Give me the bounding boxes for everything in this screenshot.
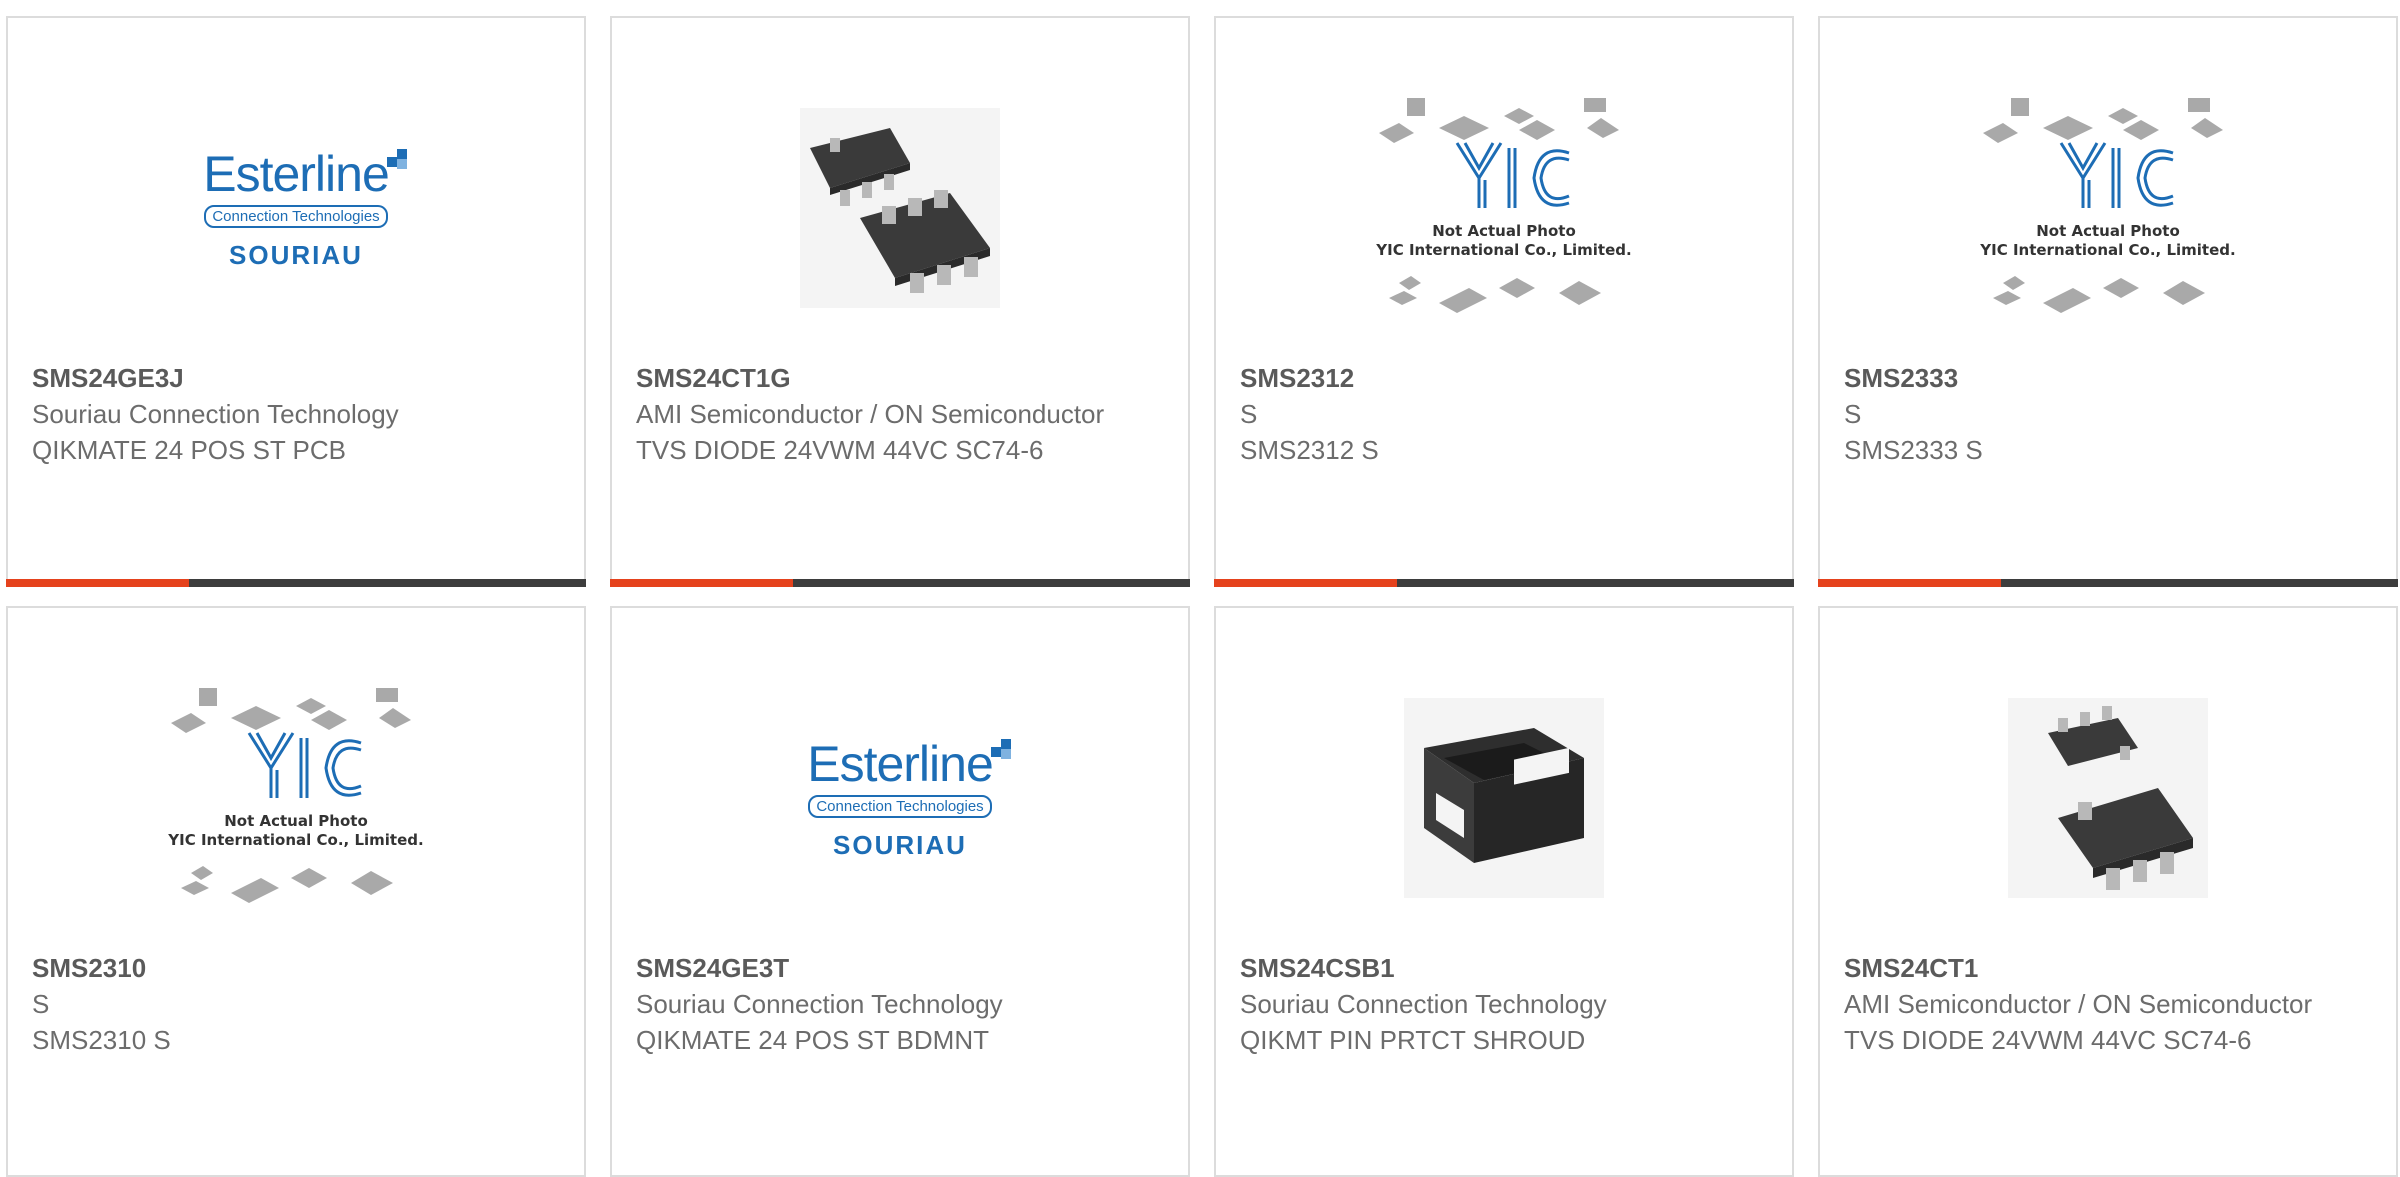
manufacturer: S bbox=[1240, 399, 1258, 429]
product-image[interactable] bbox=[1820, 658, 2396, 938]
product-image[interactable]: Esterline Connection Technologies SOURIA… bbox=[612, 658, 1188, 938]
manufacturer: S bbox=[32, 989, 50, 1019]
svg-text:YIC International Co., Limited: YIC International Co., Limited. bbox=[167, 831, 423, 849]
shroud-photo bbox=[1404, 698, 1604, 898]
description: QIKMATE 24 POS ST PCB bbox=[32, 435, 347, 465]
svg-text:YIC International Co., Limited: YIC International Co., Limited. bbox=[1979, 241, 2235, 259]
part-number-link[interactable]: SMS24GE3J bbox=[32, 360, 560, 396]
card-bottom-bar bbox=[6, 579, 586, 587]
product-card[interactable]: SMS24CT1G AMI Semiconductor / ON Semicon… bbox=[610, 16, 1190, 587]
product-image[interactable] bbox=[612, 68, 1188, 348]
part-number-link[interactable]: SMS24CSB1 bbox=[1240, 950, 1768, 986]
product-card[interactable]: Esterline Connection Technologies SOURIA… bbox=[6, 16, 586, 587]
svg-text:Not Actual Photo: Not Actual Photo bbox=[224, 812, 368, 830]
part-number-link[interactable]: SMS24GE3T bbox=[636, 950, 1164, 986]
product-card[interactable]: SMS24CSB1 Souriau Connection Technology … bbox=[1214, 606, 1794, 1177]
product-image[interactable]: Not Actual Photo YIC International Co., … bbox=[1820, 68, 2396, 348]
description: QIKMATE 24 POS ST BDMNT bbox=[636, 1025, 989, 1055]
sc74-chip-photo bbox=[2008, 698, 2208, 898]
svg-text:YIC International Co., Limited: YIC International Co., Limited. bbox=[1375, 241, 1631, 259]
description: TVS DIODE 24VWM 44VC SC74-6 bbox=[1844, 1025, 2252, 1055]
manufacturer: AMI Semiconductor / ON Semiconductor bbox=[1844, 989, 2313, 1019]
esterline-souriau-logo: Esterline Connection Technologies SOURIA… bbox=[790, 735, 1011, 861]
product-grid: Esterline Connection Technologies SOURIA… bbox=[0, 0, 2400, 1177]
svg-text:Not Actual Photo: Not Actual Photo bbox=[2036, 222, 2180, 240]
description: QIKMT PIN PRTCT SHROUD bbox=[1240, 1025, 1586, 1055]
manufacturer: Souriau Connection Technology bbox=[636, 989, 1003, 1019]
card-bottom-bar bbox=[1818, 579, 2398, 587]
manufacturer: Souriau Connection Technology bbox=[32, 399, 399, 429]
card-bottom-bar bbox=[610, 579, 1190, 587]
part-number-link[interactable]: SMS2310 bbox=[32, 950, 560, 986]
product-card[interactable]: Not Actual Photo YIC International Co., … bbox=[1818, 16, 2398, 587]
card-bottom-bar bbox=[1214, 579, 1794, 587]
product-image[interactable]: Esterline Connection Technologies SOURIA… bbox=[8, 68, 584, 348]
description: SMS2310 S bbox=[32, 1025, 171, 1055]
esterline-souriau-logo: Esterline Connection Technologies SOURIA… bbox=[186, 145, 407, 271]
description: SMS2312 S bbox=[1240, 435, 1379, 465]
product-image[interactable]: Not Actual Photo YIC International Co., … bbox=[1216, 68, 1792, 348]
description: SMS2333 S bbox=[1844, 435, 1983, 465]
manufacturer: AMI Semiconductor / ON Semiconductor bbox=[636, 399, 1105, 429]
part-number-link[interactable]: SMS24CT1 bbox=[1844, 950, 2372, 986]
part-number-link[interactable]: SMS2333 bbox=[1844, 360, 2372, 396]
yic-placeholder-image: Not Actual Photo YIC International Co., … bbox=[1979, 98, 2236, 313]
product-card[interactable]: Not Actual Photo YIC International Co., … bbox=[6, 606, 586, 1177]
product-image[interactable] bbox=[1216, 658, 1792, 938]
product-card[interactable]: Not Actual Photo YIC International Co., … bbox=[1214, 16, 1794, 587]
description: TVS DIODE 24VWM 44VC SC74-6 bbox=[636, 435, 1044, 465]
part-number-link[interactable]: SMS2312 bbox=[1240, 360, 1768, 396]
sc74-chip-photo bbox=[800, 108, 1000, 308]
part-number-link[interactable]: SMS24CT1G bbox=[636, 360, 1164, 396]
yic-placeholder-image: Not Actual Photo YIC International Co., … bbox=[167, 688, 424, 903]
product-card[interactable]: Esterline Connection Technologies SOURIA… bbox=[610, 606, 1190, 1177]
product-card[interactable]: SMS24CT1 AMI Semiconductor / ON Semicond… bbox=[1818, 606, 2398, 1177]
yic-placeholder-image: Not Actual Photo YIC International Co., … bbox=[1375, 98, 1632, 313]
manufacturer: S bbox=[1844, 399, 1862, 429]
manufacturer: Souriau Connection Technology bbox=[1240, 989, 1607, 1019]
product-image[interactable]: Not Actual Photo YIC International Co., … bbox=[8, 658, 584, 938]
svg-text:Not Actual Photo: Not Actual Photo bbox=[1432, 222, 1576, 240]
